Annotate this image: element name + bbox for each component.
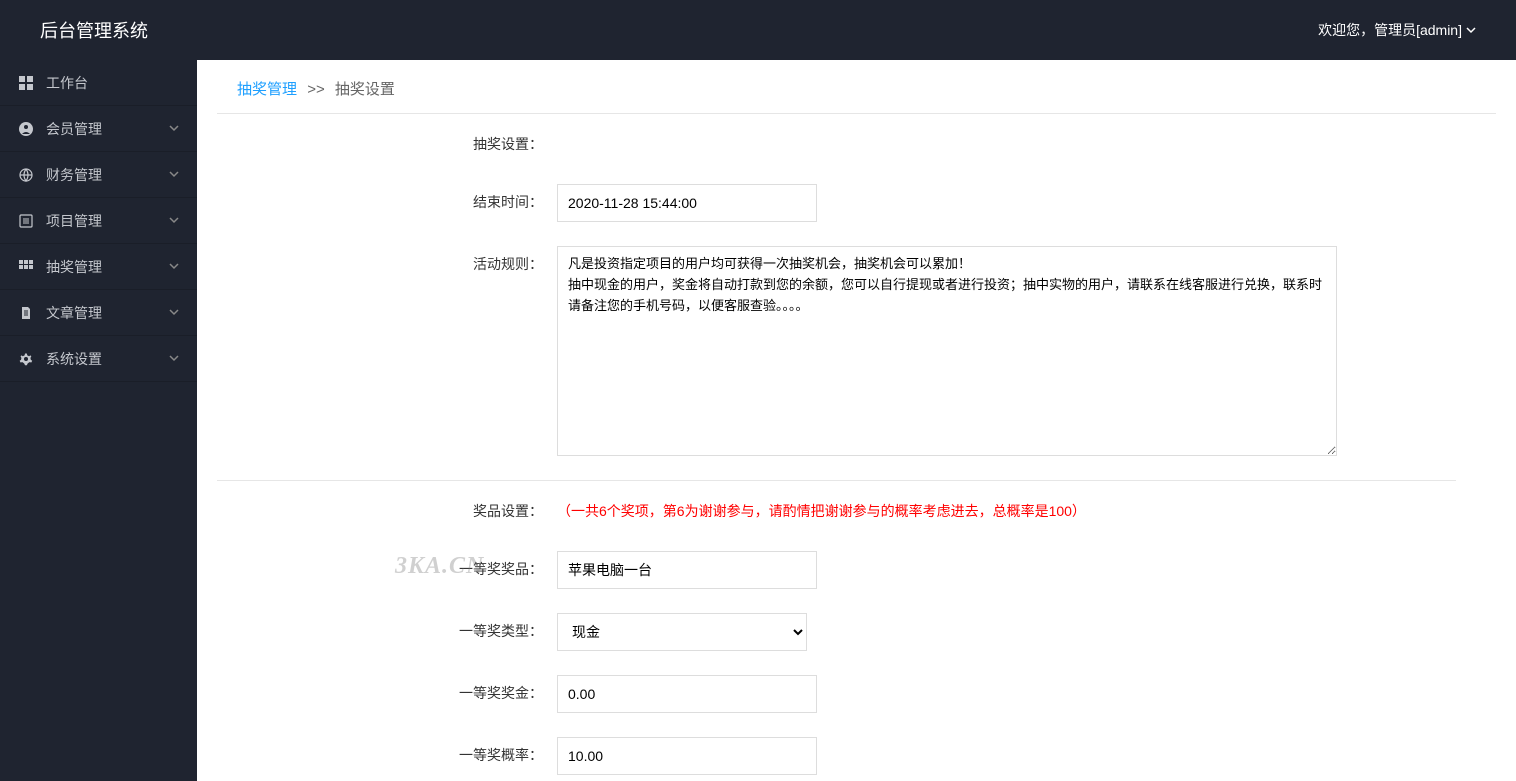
main-content: 抽奖管理 >> 抽奖设置 抽奖设置： 结束时间： 活动规则： 奖品设置： （一共… — [197, 60, 1516, 781]
sidebar-item-finance[interactable]: 财务管理 — [0, 152, 197, 198]
divider — [217, 480, 1456, 481]
chevron-down-icon — [1466, 22, 1476, 38]
prize1-type-label: 一等奖类型： — [217, 613, 557, 641]
prize1-prob-input[interactable] — [557, 737, 817, 775]
sidebar-item-label: 抽奖管理 — [46, 257, 102, 277]
sidebar: 工作台 会员管理 财务管理 — [0, 60, 197, 781]
rules-textarea[interactable] — [557, 246, 1337, 456]
sidebar-item-label: 财务管理 — [46, 165, 102, 185]
prize1-prob-label: 一等奖概率： — [217, 737, 557, 765]
breadcrumb-separator: >> — [307, 81, 325, 98]
app-title: 后台管理系统 — [40, 17, 148, 43]
user-menu[interactable]: 欢迎您，管理员[admin] — [1318, 20, 1476, 40]
prize1-amount-input[interactable] — [557, 675, 817, 713]
end-time-label: 结束时间： — [217, 184, 557, 212]
sidebar-item-label: 项目管理 — [46, 211, 102, 231]
section-label-lottery: 抽奖设置： — [217, 134, 557, 154]
end-time-input[interactable] — [557, 184, 817, 222]
sidebar-item-label: 系统设置 — [46, 349, 102, 369]
prize1-amount-label: 一等奖奖金： — [217, 675, 557, 703]
dashboard-icon — [18, 75, 34, 91]
chevron-down-icon — [169, 168, 179, 182]
prize1-name-label: 一等奖奖品： — [217, 551, 557, 579]
chevron-down-icon — [169, 352, 179, 366]
sidebar-item-label: 会员管理 — [46, 119, 102, 139]
breadcrumb: 抽奖管理 >> 抽奖设置 — [217, 60, 1496, 114]
welcome-text: 欢迎您，管理员[admin] — [1318, 20, 1462, 40]
sidebar-item-label: 工作台 — [46, 73, 88, 93]
user-circle-icon — [18, 121, 34, 137]
rules-label: 活动规则： — [217, 246, 557, 274]
sidebar-item-label: 文章管理 — [46, 303, 102, 323]
top-header: 后台管理系统 欢迎您，管理员[admin] — [0, 0, 1516, 60]
sidebar-item-dashboard[interactable]: 工作台 — [0, 60, 197, 106]
breadcrumb-current: 抽奖设置 — [335, 81, 395, 98]
chevron-down-icon — [169, 306, 179, 320]
sidebar-item-articles[interactable]: 文章管理 — [0, 290, 197, 336]
globe-icon — [18, 167, 34, 183]
list-icon — [18, 213, 34, 229]
grid-icon — [18, 259, 34, 275]
sidebar-item-lottery[interactable]: 抽奖管理 — [0, 244, 197, 290]
document-icon — [18, 305, 34, 321]
sidebar-item-projects[interactable]: 项目管理 — [0, 198, 197, 244]
section-label-prize: 奖品设置： — [217, 501, 557, 521]
prize1-name-input[interactable] — [557, 551, 817, 589]
chevron-down-icon — [169, 122, 179, 136]
sidebar-item-settings[interactable]: 系统设置 — [0, 336, 197, 382]
prize-hint: （一共6个奖项，第6为谢谢参与，请酌情把谢谢参与的概率考虑进去，总概率是100） — [557, 501, 1086, 521]
chevron-down-icon — [169, 214, 179, 228]
chevron-down-icon — [169, 260, 179, 274]
gear-icon — [18, 351, 34, 367]
prize1-type-select[interactable]: 现金 — [557, 613, 807, 651]
form-area: 抽奖设置： 结束时间： 活动规则： 奖品设置： （一共6个奖项，第6为谢谢参与，… — [197, 114, 1516, 781]
breadcrumb-link[interactable]: 抽奖管理 — [237, 81, 297, 98]
sidebar-item-members[interactable]: 会员管理 — [0, 106, 197, 152]
